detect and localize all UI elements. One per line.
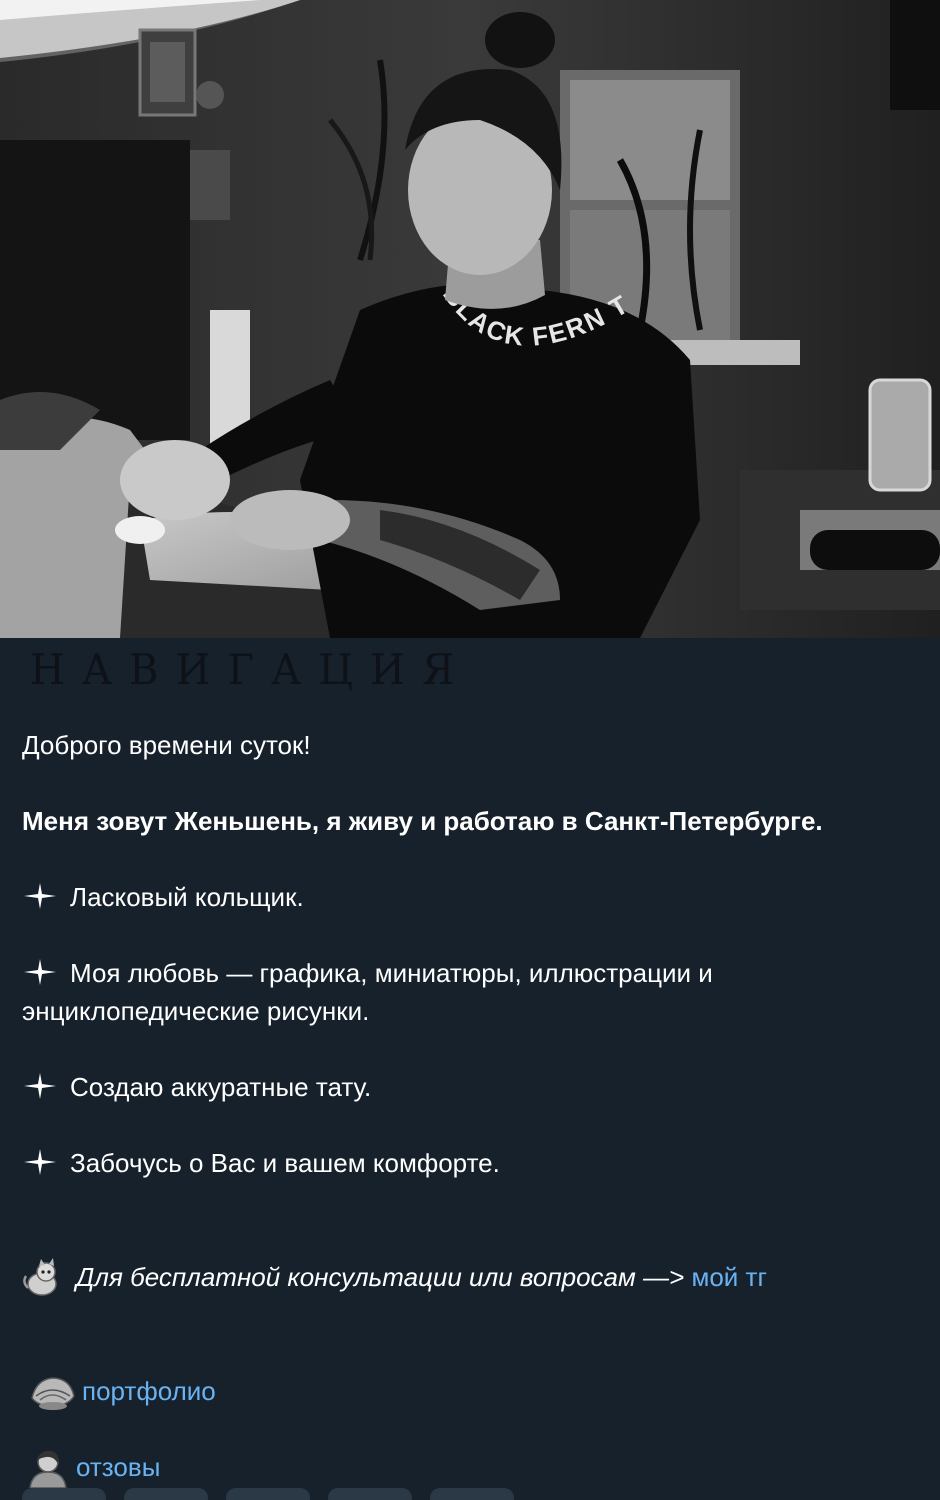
shell-icon	[31, 1377, 75, 1410]
reaction-row	[22, 1488, 514, 1500]
reaction-pill[interactable]	[328, 1488, 412, 1500]
sparkle-icon	[24, 1149, 56, 1175]
consultation-line: Для бесплатной консультации или вопросам…	[22, 1258, 922, 1298]
consultation-text: Для бесплатной консультации или вопросам…	[76, 1262, 692, 1292]
feature-text: Ласковый кольщик.	[70, 882, 304, 912]
intro-text: Меня зовут Женьшень, я живу и работаю в …	[22, 806, 823, 836]
feature-text-continued: энциклопедические рисунки.	[22, 996, 370, 1026]
post-page: BLACK FERN TATTOO НАВИГАЦИЯ Доброго врем…	[0, 0, 940, 1500]
cat-icon	[23, 1258, 57, 1296]
navigation-heading: НАВИГАЦИЯ	[30, 646, 472, 695]
hero-photo[interactable]: BLACK FERN TATTOO	[0, 0, 940, 638]
reaction-pill[interactable]	[22, 1488, 106, 1500]
reviews-row[interactable]: отзовы	[22, 1448, 922, 1488]
reaction-pill[interactable]	[430, 1488, 514, 1500]
feature-text: Моя любовь — графика, миниатюры, иллюстр…	[70, 958, 713, 988]
reaction-pill[interactable]	[124, 1488, 208, 1500]
my-telegram-link[interactable]: мой тг	[691, 1262, 766, 1292]
greeting-text: Доброго времени суток!	[22, 730, 311, 760]
sparkle-icon	[24, 1073, 56, 1099]
portfolio-link[interactable]: портфолио	[82, 1376, 216, 1406]
feature-text: Создаю аккуратные тату.	[70, 1072, 372, 1102]
feature-item: Создаю аккуратные тату.	[22, 1068, 922, 1106]
feature-item: Ласковый кольщик.	[22, 878, 922, 916]
person-icon	[29, 1450, 67, 1488]
sparkle-icon	[24, 883, 56, 909]
feature-item: Моя любовь — графика, миниатюры, иллюстр…	[22, 954, 922, 1030]
feature-text: Забочусь о Вас и вашем комфорте.	[70, 1148, 500, 1178]
reviews-link[interactable]: отзовы	[76, 1452, 160, 1482]
portfolio-row[interactable]: портфолио	[22, 1372, 922, 1412]
reaction-pill[interactable]	[226, 1488, 310, 1500]
sparkle-icon	[24, 959, 56, 985]
feature-item: Забочусь о Вас и вашем комфорте.	[22, 1144, 922, 1182]
